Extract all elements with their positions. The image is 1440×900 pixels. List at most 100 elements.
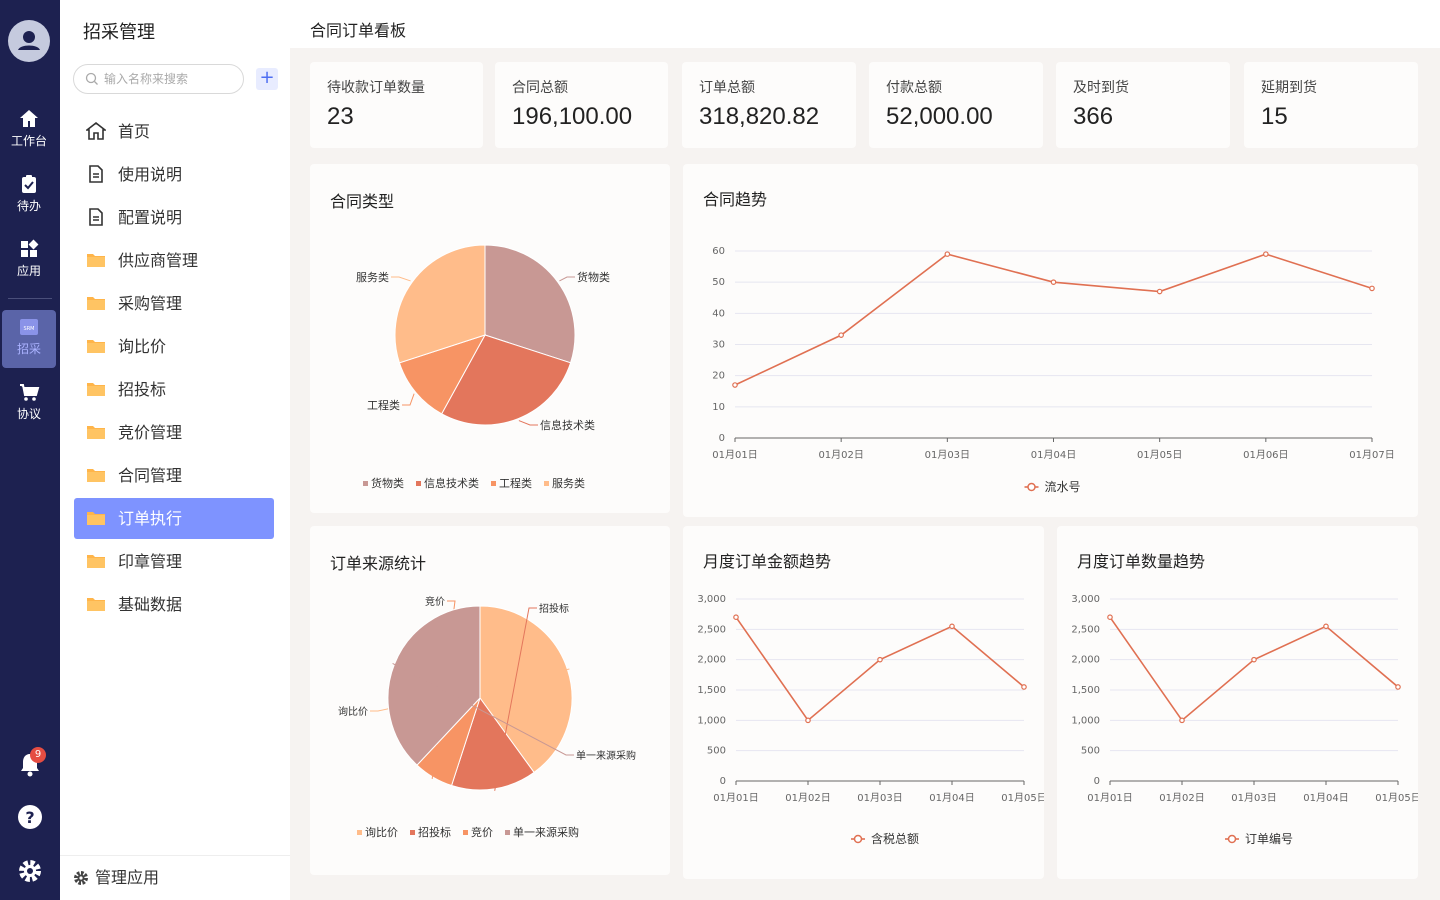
legend-label[interactable]: 流水号 bbox=[1045, 480, 1081, 494]
data-point[interactable] bbox=[805, 717, 811, 724]
sidebar-item[interactable]: 询比价 bbox=[74, 326, 274, 367]
stat-card: 及时到货 366 bbox=[1056, 62, 1230, 148]
y-tick-label: 0 bbox=[719, 433, 725, 444]
legend-label[interactable]: 竞价 bbox=[471, 825, 493, 839]
sidebar-item-label: 供应商管理 bbox=[118, 251, 199, 270]
help-button[interactable]: ? bbox=[15, 803, 45, 833]
search-input[interactable]: 输入名称来搜索 bbox=[73, 64, 244, 94]
pie-slice-label: 信息技术类 bbox=[540, 418, 595, 432]
sidebar-item[interactable]: 竞价管理 bbox=[74, 412, 274, 453]
data-point[interactable] bbox=[1263, 251, 1269, 257]
sidebar-item-label: 合同管理 bbox=[118, 466, 183, 485]
stat-label: 延期到货 bbox=[1261, 80, 1317, 96]
stat-value: 15 bbox=[1261, 103, 1288, 130]
data-point[interactable] bbox=[733, 614, 739, 621]
rail-label: 应用 bbox=[16, 264, 41, 278]
app-rail: 工作台 待办 应用 SRM 招采 协议 9 ? bbox=[0, 0, 60, 900]
search-placeholder: 输入名称来搜索 bbox=[104, 72, 189, 86]
legend-label[interactable]: 招投标 bbox=[418, 825, 451, 839]
sidebar-item[interactable]: 印章管理 bbox=[74, 541, 274, 582]
data-point[interactable] bbox=[838, 332, 844, 338]
search-icon bbox=[85, 72, 98, 85]
legend-label[interactable]: 货物类 bbox=[371, 476, 404, 490]
stat-label: 订单总额 bbox=[699, 80, 755, 96]
x-tick-label: 01月05日 bbox=[1001, 792, 1044, 804]
data-point[interactable] bbox=[732, 382, 738, 388]
legend-label[interactable]: 工程类 bbox=[499, 476, 532, 490]
stat-label: 付款总额 bbox=[886, 80, 942, 96]
legend-label[interactable]: 信息技术类 bbox=[424, 476, 479, 490]
x-tick-label: 01月03日 bbox=[925, 449, 970, 461]
stat-card: 订单总额 318,820.82 bbox=[682, 62, 856, 148]
data-point[interactable] bbox=[1251, 656, 1257, 663]
sidebar-item[interactable]: 使用说明 bbox=[74, 154, 274, 195]
home-outline-icon bbox=[86, 122, 106, 140]
gear-icon bbox=[74, 871, 88, 885]
rail-item-apps[interactable]: 应用 bbox=[2, 232, 56, 290]
y-tick-label: 20 bbox=[712, 371, 725, 382]
sidebar-item[interactable]: 订单执行 bbox=[74, 498, 274, 539]
series-line bbox=[1109, 616, 1399, 722]
data-point[interactable] bbox=[877, 656, 883, 663]
sidebar-item[interactable]: 配置说明 bbox=[74, 197, 274, 238]
sidebar: 招采管理 输入名称来搜索 + 首页 使用说明 配置说明 供应商管理 采购管理 询比价 招投标… bbox=[60, 0, 290, 900]
user-avatar[interactable] bbox=[8, 20, 50, 62]
legend-label[interactable]: 单一来源采购 bbox=[513, 825, 579, 839]
srm-icon: SRM bbox=[20, 319, 38, 335]
sidebar-item[interactable]: 招投标 bbox=[74, 369, 274, 410]
data-point[interactable] bbox=[1369, 285, 1375, 292]
pie-slice-label: 单一来源采购 bbox=[576, 749, 636, 762]
data-point[interactable] bbox=[949, 623, 955, 630]
y-tick-label: 1,000 bbox=[1071, 715, 1100, 726]
x-tick-label: 01月03日 bbox=[857, 792, 902, 804]
data-point[interactable] bbox=[944, 251, 951, 257]
y-tick-label: 2,500 bbox=[697, 624, 726, 635]
sidebar-item-label: 使用说明 bbox=[118, 165, 183, 184]
data-point[interactable] bbox=[1107, 614, 1113, 621]
rail-item-srm[interactable]: SRM 招采 bbox=[2, 310, 56, 368]
folder-icon bbox=[87, 555, 105, 568]
legend-label[interactable]: 订单编号 bbox=[1245, 831, 1293, 846]
manage-apps-button[interactable]: 管理应用 bbox=[60, 855, 290, 900]
sidebar-item[interactable]: 采购管理 bbox=[74, 283, 274, 324]
contract-type-panel: 合同类型 货物类 信息技术类 工程类 服务类 货物类 信息技术类 工程类 服务类 bbox=[310, 164, 670, 513]
sidebar-item[interactable]: 供应商管理 bbox=[74, 240, 274, 281]
stat-label: 待收款订单数量 bbox=[327, 80, 425, 96]
legend-label[interactable]: 服务类 bbox=[552, 476, 585, 490]
rail-item-workbench[interactable]: 工作台 bbox=[2, 102, 56, 160]
y-tick-label: 1,000 bbox=[697, 715, 726, 726]
sidebar-item[interactable]: 基础数据 bbox=[74, 584, 274, 625]
x-tick-label: 01月04日 bbox=[929, 792, 974, 804]
stat-card: 合同总额 196,100.00 bbox=[495, 62, 668, 148]
y-tick-label: 3,000 bbox=[1071, 594, 1100, 605]
data-point[interactable] bbox=[1021, 684, 1027, 690]
rail-item-agreement[interactable]: 协议 bbox=[2, 375, 56, 433]
rail-item-todo[interactable]: 待办 bbox=[2, 167, 56, 225]
data-point[interactable] bbox=[1179, 717, 1185, 724]
add-button[interactable]: + bbox=[256, 68, 278, 90]
data-point[interactable] bbox=[1050, 279, 1057, 285]
legend-swatch bbox=[491, 481, 496, 486]
contract-trend-panel: 合同趋势 0 10 20 30 40 50 60 01月01日 01月02日 01月03日 01月0… bbox=[683, 164, 1418, 517]
y-tick-label: 500 bbox=[707, 746, 726, 757]
y-tick-label: 0 bbox=[720, 776, 726, 787]
data-point[interactable] bbox=[1156, 288, 1163, 295]
x-tick-label: 01月02日 bbox=[785, 792, 830, 804]
monthly-count-line-chart: 0 500 1,000 1,500 2,000 2,500 3,000 01月01日 01月02… bbox=[1071, 594, 1418, 846]
legend-label[interactable]: 询比价 bbox=[365, 826, 398, 839]
top-bar: 合同订单看板 bbox=[290, 0, 1440, 48]
sidebar-item[interactable]: 合同管理 bbox=[74, 455, 274, 496]
data-point[interactable] bbox=[1395, 684, 1401, 690]
settings-button[interactable] bbox=[15, 857, 45, 887]
legend-marker bbox=[1227, 834, 1237, 844]
sidebar-item[interactable]: 首页 bbox=[74, 111, 274, 152]
y-tick-label: 2,000 bbox=[697, 655, 726, 666]
svg-text:?: ? bbox=[25, 808, 34, 827]
help-icon: ? bbox=[18, 805, 42, 829]
data-point[interactable] bbox=[1323, 623, 1329, 630]
legend-swatch bbox=[505, 830, 510, 835]
y-tick-label: 40 bbox=[712, 308, 725, 319]
legend-label[interactable]: 含税总额 bbox=[871, 831, 919, 846]
stat-card: 待收款订单数量 23 bbox=[310, 62, 483, 148]
x-tick-label: 01月07日 bbox=[1349, 449, 1394, 461]
